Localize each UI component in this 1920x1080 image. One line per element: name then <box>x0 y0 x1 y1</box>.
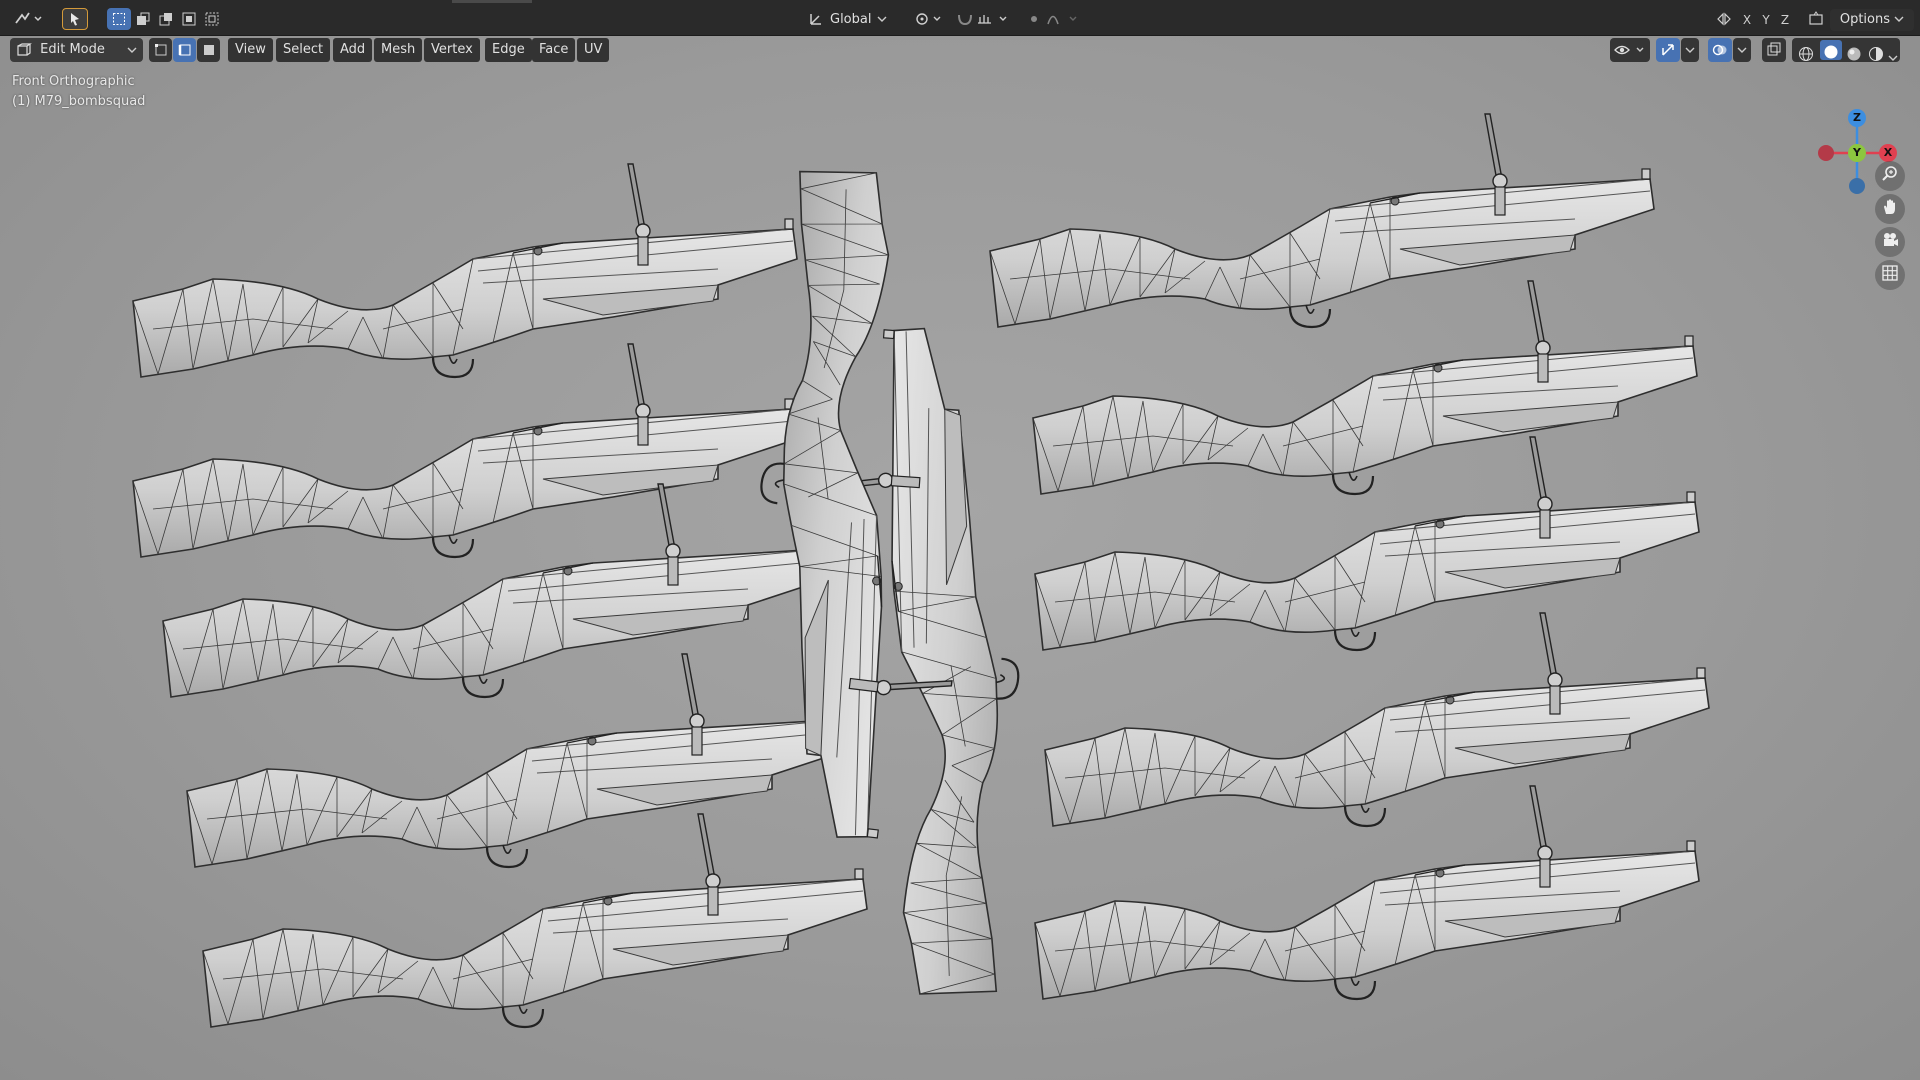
zoom-button[interactable] <box>1875 161 1905 191</box>
camera-icon <box>1881 231 1899 253</box>
3d-viewport[interactable]: Edit Mode View Select Add Mesh Vertex Ed… <box>0 36 1920 1080</box>
snap-icon <box>956 11 1012 27</box>
chevron-down-icon <box>1894 12 1904 27</box>
select-intersect-button[interactable] <box>201 8 223 30</box>
gizmo-y-axis[interactable]: Y <box>1848 144 1866 162</box>
rendered-shading-icon[interactable] <box>1868 42 1884 66</box>
box-select-invert-icon <box>182 12 196 26</box>
mirror-z-toggle[interactable]: Z <box>1776 11 1794 29</box>
gizmo-z-axis[interactable]: Z <box>1848 109 1866 127</box>
overlay-toggle-button[interactable] <box>1708 38 1732 62</box>
camera-view-button[interactable] <box>1875 227 1905 257</box>
box-select-extend-icon <box>136 12 150 26</box>
vertex-select-mode-button[interactable] <box>149 38 172 62</box>
box-select-subtract-icon <box>159 12 173 26</box>
launcher-mesh-right-5[interactable] <box>1033 784 1701 1001</box>
overlay-icon <box>1712 42 1728 57</box>
edit-mode-icon <box>16 42 32 57</box>
transform-orientation-icon <box>808 11 824 27</box>
gizmo-dropdown[interactable] <box>1681 38 1699 62</box>
select-invert-button[interactable] <box>178 8 200 30</box>
chevron-down-icon <box>1685 42 1695 57</box>
transform-orientation-dropdown[interactable]: Global <box>808 8 904 30</box>
launcher-mesh-right-1[interactable] <box>988 112 1656 329</box>
view-name-label: Front Orthographic <box>12 74 135 89</box>
menu-select[interactable]: Select <box>276 38 331 62</box>
material-shading-icon[interactable] <box>1846 42 1862 66</box>
chevron-down-icon <box>127 38 137 62</box>
auto-merge-button[interactable] <box>1806 8 1826 30</box>
pan-button[interactable] <box>1875 194 1905 224</box>
launcher-mesh-right-2[interactable] <box>1031 279 1699 496</box>
launcher-mesh-left-4[interactable] <box>185 652 853 869</box>
wireframe-shading-icon[interactable] <box>1798 42 1814 66</box>
xray-toggle-button[interactable] <box>1762 38 1786 62</box>
proportional-edit-icon <box>1026 11 1082 27</box>
ortho-toggle-button[interactable] <box>1875 260 1905 290</box>
grid-icon <box>1881 264 1899 286</box>
visibility-icon <box>1613 42 1647 57</box>
gizmo-toggle-icon <box>1660 42 1676 57</box>
select-tool-icon <box>68 12 82 26</box>
box-select-intersect-icon <box>205 12 219 26</box>
zoom-icon <box>1881 165 1899 187</box>
active-object-label: (1) M79_bombsquad <box>12 94 146 109</box>
box-select-new-icon <box>112 12 126 26</box>
viewport-info: Front Orthographic (1) M79_bombsquad <box>12 72 145 112</box>
mirror-x-toggle[interactable]: X <box>1738 11 1756 29</box>
menu-view[interactable]: View <box>228 38 273 62</box>
edge-select-icon <box>178 42 192 57</box>
chevron-down-icon <box>877 15 887 23</box>
mirror-icon <box>1716 11 1732 27</box>
menu-edge[interactable]: Edge <box>485 38 532 62</box>
vertex-select-icon <box>154 42 168 57</box>
pivot-point-dropdown[interactable] <box>912 8 946 30</box>
transform-orientation-label: Global <box>830 11 872 27</box>
viewport-navigation <box>1875 161 1909 293</box>
solid-shading-icon[interactable] <box>1820 40 1842 60</box>
workspace-tab-indicator <box>452 0 532 3</box>
launcher-mesh-left-1[interactable] <box>131 162 799 379</box>
xray-icon <box>1766 42 1782 57</box>
launcher-mesh-right-4[interactable] <box>1043 611 1711 828</box>
options-label: Options <box>1839 12 1891 27</box>
options-dropdown[interactable]: Options <box>1830 9 1914 31</box>
edge-select-mode-button[interactable] <box>173 38 196 62</box>
face-select-icon <box>202 42 216 57</box>
proportional-edit-dropdown[interactable] <box>1024 8 1084 30</box>
pivot-icon <box>914 11 944 27</box>
mirror-y-toggle[interactable]: Y <box>1757 11 1775 29</box>
select-new-button[interactable] <box>107 8 131 30</box>
overlay-dropdown[interactable] <box>1733 38 1751 62</box>
auto-merge-icon <box>1808 11 1824 27</box>
hand-pan-icon <box>1881 198 1899 220</box>
snap-dropdown[interactable] <box>954 8 1014 30</box>
menu-face[interactable]: Face <box>532 38 576 62</box>
select-subtract-button[interactable] <box>155 8 177 30</box>
top-toolbar: Global X Y Z Options <box>0 0 1920 36</box>
gizmo-toggle-button[interactable] <box>1656 38 1680 62</box>
select-tool-button[interactable] <box>62 8 88 30</box>
mirror-toggle-button[interactable] <box>1714 8 1734 30</box>
viewport-header: Edit Mode View Select Add Mesh Vertex Ed… <box>0 36 1920 66</box>
editor-type-button[interactable] <box>8 8 48 30</box>
menu-vertex[interactable]: Vertex <box>424 38 480 62</box>
menu-uv[interactable]: UV <box>577 38 610 62</box>
gizmo-x-axis[interactable]: X <box>1879 144 1897 162</box>
mesh-canvas[interactable] <box>0 36 1920 1080</box>
chevron-down-icon <box>1737 42 1747 57</box>
mode-label: Edit Mode <box>40 42 105 57</box>
shading-mode-group <box>1792 38 1900 62</box>
editor-type-icon <box>13 11 43 27</box>
select-extend-button[interactable] <box>132 8 154 30</box>
mode-dropdown[interactable]: Edit Mode <box>10 38 143 62</box>
menu-mesh[interactable]: Mesh <box>374 38 423 62</box>
menu-add[interactable]: Add <box>333 38 373 62</box>
object-visibility-dropdown[interactable] <box>1610 38 1650 62</box>
chevron-down-icon[interactable] <box>1888 46 1898 70</box>
face-select-mode-button[interactable] <box>197 38 220 62</box>
